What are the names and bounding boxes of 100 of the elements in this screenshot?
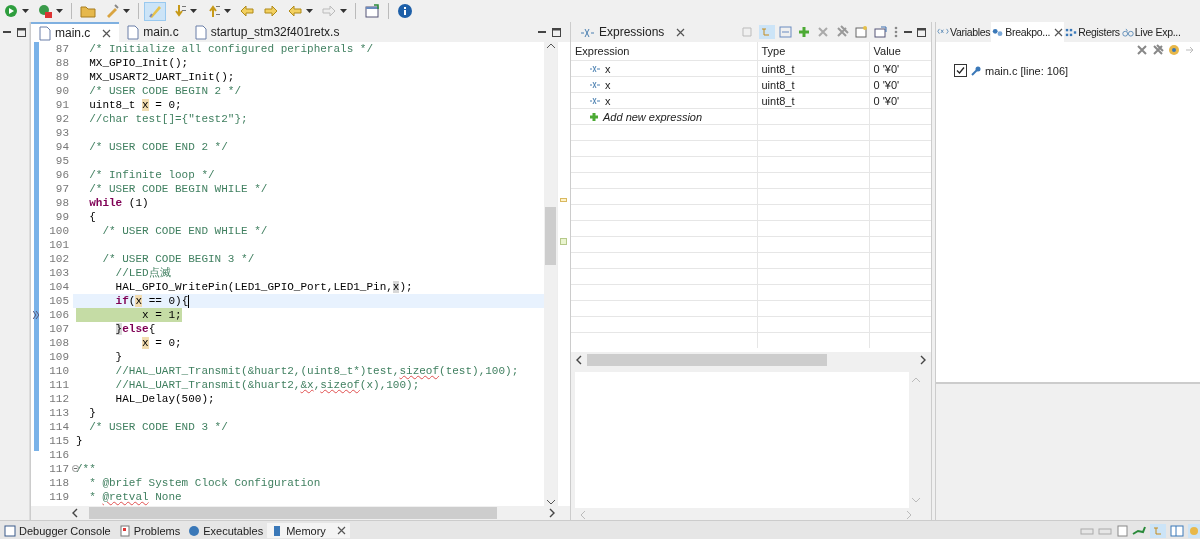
code-line: //HAL_UART_Transmit(&huart2,&x,sizeof(x),100); (114, 378, 420, 392)
table-cell: uint8_t (757, 76, 869, 93)
add-icon (589, 111, 599, 122)
code-line: //LED点滅 (114, 266, 171, 280)
caret-icon[interactable] (340, 9, 347, 13)
line-number: 101 (48, 238, 70, 252)
expression-icon (589, 79, 601, 90)
caret-icon[interactable] (224, 9, 231, 13)
code-line: { (88, 210, 96, 224)
line-number: 111 (48, 378, 70, 392)
caret-icon[interactable] (190, 9, 197, 13)
layout-icon[interactable] (1170, 524, 1184, 538)
view-tab[interactable]: Variables (936, 22, 992, 42)
view-tab[interactable]: Registers (1064, 22, 1121, 42)
caret-icon[interactable] (56, 9, 63, 13)
code-line: } (76, 434, 83, 448)
add-expression-link[interactable]: Add new expression (589, 110, 703, 123)
arrow-left-icon (239, 3, 255, 19)
table-cell: x (605, 78, 611, 91)
scrollbar-thumb[interactable] (545, 207, 556, 265)
line-number: 106 (39, 308, 73, 322)
remove-all-icon[interactable] (835, 25, 851, 39)
close-icon[interactable] (1054, 27, 1064, 37)
line-number: 118 (48, 476, 70, 490)
scrollbar-thumb[interactable] (587, 354, 827, 366)
caret-icon[interactable] (123, 9, 130, 13)
code-line: * @brief System Clock Configuration (88, 476, 321, 490)
code-line: /** (76, 462, 96, 476)
scroll-left-icon[interactable] (575, 355, 583, 365)
new-window-icon[interactable] (854, 25, 870, 39)
close-icon[interactable] (336, 526, 346, 535)
table-cell: 0 '¥0' (869, 92, 931, 109)
column-header[interactable]: Type (757, 42, 869, 61)
code-line: /* Initialize all configured peripherals */ (88, 42, 374, 56)
line-number: 90 (54, 84, 70, 98)
editor-tab[interactable]: main.c (31, 22, 120, 42)
line-number: 87 (54, 42, 70, 56)
scroll-up-icon[interactable] (545, 42, 556, 50)
column-header[interactable]: Expression (571, 42, 757, 61)
brush-icon (147, 3, 163, 19)
scroll-left-icon[interactable] (71, 508, 79, 518)
maximize-icon[interactable] (16, 26, 27, 38)
code-line: //HAL_UART_Transmit(&huart2,(uint8_t*)test,sizeof(test),100); (114, 364, 519, 378)
view-tab[interactable]: Debugger Console (0, 523, 115, 538)
line-number: 91 (54, 98, 70, 112)
document-icon[interactable] (1116, 525, 1128, 537)
line-number: 103 (48, 266, 70, 280)
scroll-down-icon[interactable] (545, 498, 556, 506)
overview-marker (560, 198, 568, 203)
column-header[interactable]: Value (869, 42, 931, 61)
export-icon[interactable] (873, 25, 889, 39)
line-number: 115 (48, 434, 70, 448)
scroll-right-icon[interactable] (919, 355, 927, 365)
maximize-icon[interactable] (916, 26, 927, 38)
console-icon (4, 524, 16, 537)
info-icon (397, 3, 413, 19)
line-number: 114 (48, 420, 70, 434)
line-number: 104 (48, 280, 70, 294)
table-cell: 0 '¥0' (869, 76, 931, 93)
code-line: MX_GPIO_Init(); (88, 56, 189, 70)
code-line: }else{ (114, 322, 156, 336)
code-line: while (1) (88, 196, 149, 210)
maximize-icon[interactable] (551, 26, 562, 38)
code-line: /* USER CODE BEGIN 2 */ (88, 84, 242, 98)
line-number: 96 (54, 168, 70, 182)
scrollbar-thumb[interactable] (89, 507, 497, 519)
view-tab[interactable]: Executables (184, 523, 268, 538)
code-line: HAL_Delay(500); (114, 392, 215, 406)
line-number: 95 (54, 154, 70, 168)
line-number: 92 (54, 112, 70, 126)
c-file-icon (127, 24, 140, 40)
text-cursor (188, 295, 190, 308)
view-tab[interactable]: Problems (114, 523, 185, 538)
back-arrow-icon (287, 3, 303, 19)
code-line: /* Infinite loop */ (88, 168, 215, 182)
table-cell: uint8_t (757, 60, 869, 77)
breakpoint-label[interactable]: main.c [line: 106] (985, 64, 1069, 77)
code-line: /* USER CODE END WHILE */ (101, 224, 268, 238)
caret-icon[interactable] (306, 9, 313, 13)
line-number: 89 (54, 70, 70, 84)
view-tab[interactable]: Breakpo... (991, 22, 1065, 42)
code-line: /* USER CODE END 2 */ (88, 140, 228, 154)
caret-icon[interactable] (22, 9, 29, 13)
remove-icon[interactable] (1136, 44, 1148, 56)
scroll-right-icon[interactable] (548, 508, 556, 518)
remove-all-icon[interactable] (1152, 44, 1164, 56)
code-line: /* USER CODE BEGIN WHILE */ (88, 182, 268, 196)
checkbox[interactable] (954, 64, 967, 77)
vertical-dots-icon[interactable] (892, 25, 900, 39)
view-tab[interactable]: Memory (267, 523, 350, 538)
view-tab[interactable]: Live Exp... (1120, 22, 1182, 42)
line-number: 113 (48, 406, 70, 420)
line-number: 107 (48, 322, 70, 336)
close-icon[interactable] (102, 28, 112, 38)
arrow-right-icon (263, 3, 279, 19)
close-icon[interactable] (676, 27, 686, 37)
line-number: 94 (54, 140, 70, 154)
line-number: 100 (48, 224, 70, 238)
line-number: 108 (48, 336, 70, 350)
collapse-icon[interactable] (72, 465, 79, 472)
